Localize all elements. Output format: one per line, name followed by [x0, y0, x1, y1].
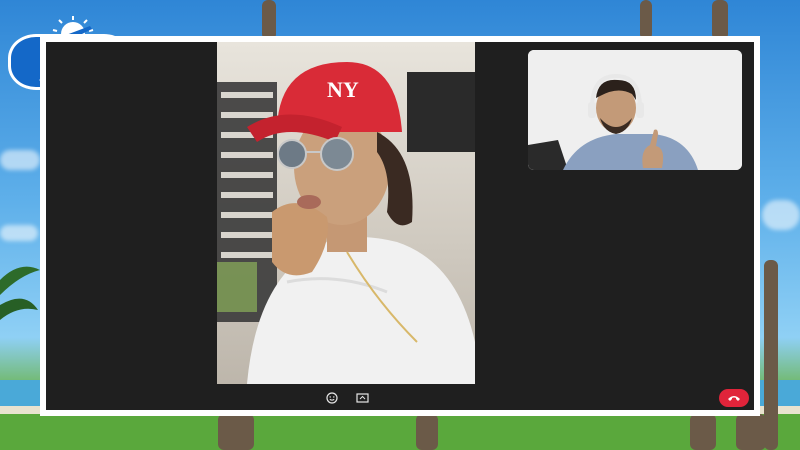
palm-trunk	[262, 0, 276, 40]
screen-icon	[355, 392, 369, 403]
screen-share-button[interactable]	[354, 390, 370, 406]
phone-hangup-icon	[728, 396, 740, 401]
cloud	[0, 225, 38, 241]
end-call-button[interactable]	[719, 389, 749, 407]
palm-leaves-icon	[0, 266, 40, 320]
video-call-window: NY	[40, 36, 760, 416]
cloud	[762, 200, 800, 230]
svg-text:NY: NY	[327, 77, 359, 102]
cloud	[0, 150, 40, 170]
palm-trunk	[690, 414, 716, 450]
palm-trunk	[712, 0, 728, 40]
emoji-reaction-button[interactable]	[324, 390, 340, 406]
palm-trunk	[218, 414, 254, 450]
main-participant-video[interactable]: NY	[217, 42, 475, 384]
smile-icon	[326, 392, 338, 404]
grass	[0, 414, 800, 450]
pip-participant-feed	[528, 50, 742, 170]
palm-trunk	[736, 414, 766, 450]
main-participant-feed: NY	[217, 62, 475, 384]
palm-trunk	[764, 260, 778, 450]
call-controls	[324, 390, 370, 406]
call-surface: NY	[46, 42, 754, 410]
palm-trunk	[640, 0, 652, 40]
palm-trunk	[416, 414, 438, 450]
self-view-video[interactable]	[528, 50, 742, 170]
